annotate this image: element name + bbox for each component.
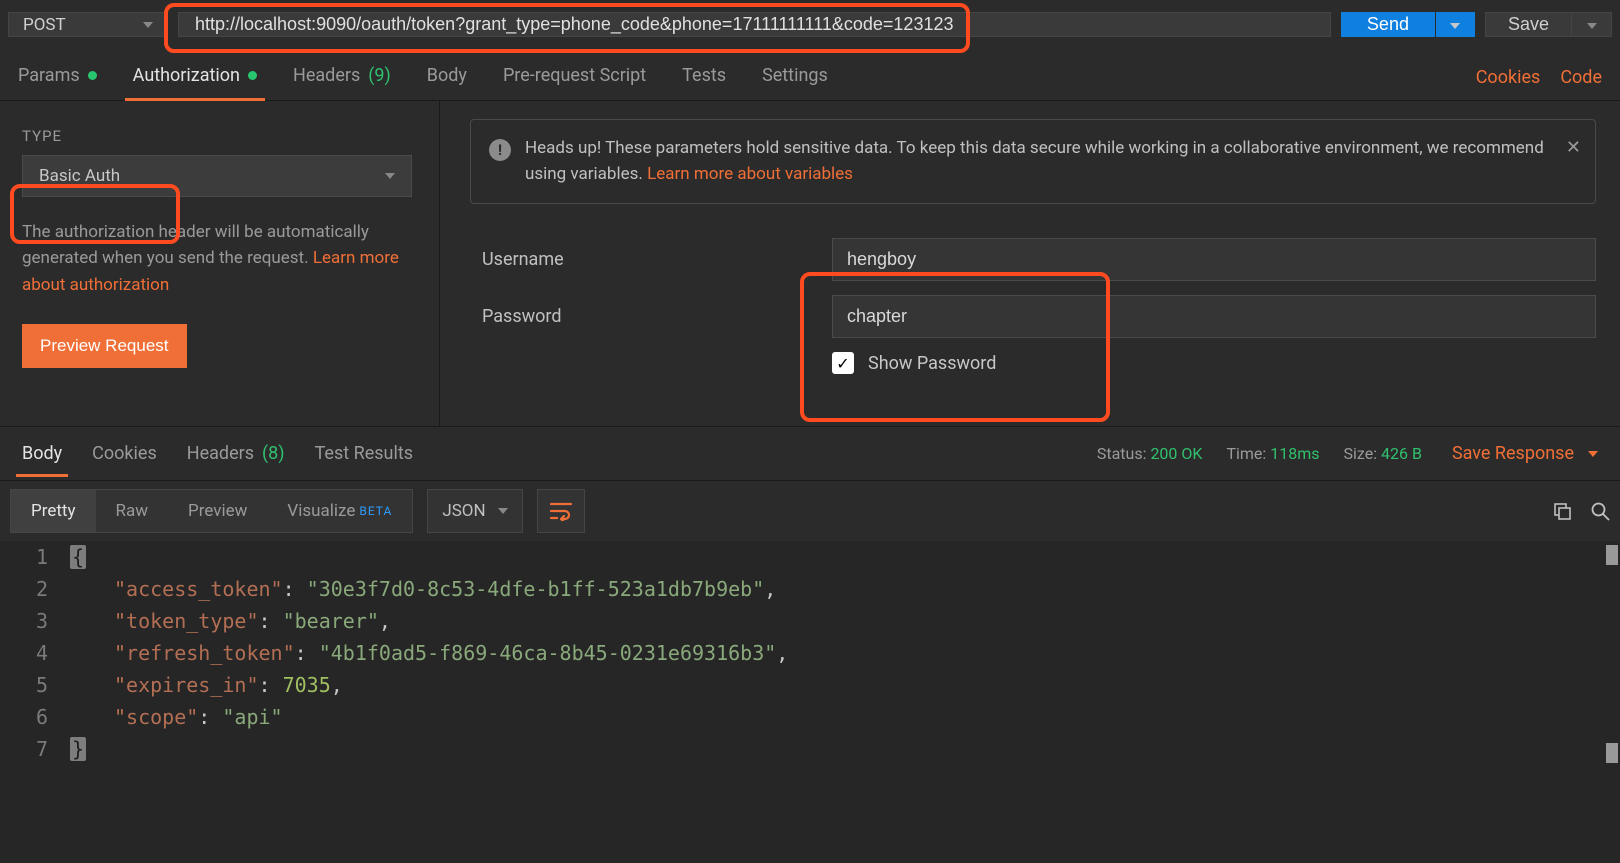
size-label: Size:	[1344, 444, 1378, 463]
tab-params[interactable]: Params	[18, 55, 97, 100]
auth-description: The authorization header will be automat…	[22, 219, 417, 298]
tab-authorization[interactable]: Authorization	[133, 55, 257, 100]
warning-icon: !	[489, 139, 511, 161]
code-line: 6"scope": "api"	[0, 701, 1620, 733]
sensitive-data-alert: ! Heads up! These parameters hold sensit…	[470, 119, 1596, 204]
response-tab-body[interactable]: Body	[22, 431, 62, 476]
status-value: 200 OK	[1150, 444, 1202, 463]
line-number: 3	[0, 605, 70, 637]
cookies-link[interactable]: Cookies	[1476, 67, 1541, 88]
view-mode-raw[interactable]: Raw	[96, 490, 169, 532]
chevron-down-icon	[1450, 23, 1460, 29]
line-number: 5	[0, 669, 70, 701]
scrollbar-thumb[interactable]	[1606, 545, 1618, 565]
auth-type-select[interactable]: Basic Auth	[22, 155, 412, 197]
http-method-select[interactable]: POST	[8, 12, 168, 37]
status-dot-icon	[88, 71, 97, 80]
format-value: JSON	[442, 501, 485, 521]
tab-label: Body	[22, 443, 62, 464]
tab-settings[interactable]: Settings	[762, 55, 828, 100]
response-tab-cookies[interactable]: Cookies	[92, 431, 157, 476]
tab-count: (9)	[368, 65, 391, 86]
response-format-select[interactable]: JSON	[427, 489, 522, 533]
view-mode-preview[interactable]: Preview	[168, 490, 267, 532]
tab-label: Authorization	[133, 65, 240, 86]
wrap-icon	[549, 501, 573, 521]
close-icon[interactable]: ✕	[1566, 134, 1581, 161]
code-line: 3"token_type": "bearer",	[0, 605, 1620, 637]
request-url-input[interactable]	[193, 13, 1316, 36]
tab-label: Body	[427, 65, 467, 86]
request-bar: POST Send Save	[0, 0, 1620, 45]
view-mode-visualize[interactable]: VisualizeBETA	[267, 490, 412, 532]
chevron-down-icon	[143, 22, 153, 28]
code-line: 7}	[0, 733, 1620, 765]
line-number: 2	[0, 573, 70, 605]
url-field-wrap[interactable]	[178, 12, 1331, 37]
scrollbar-thumb[interactable]	[1606, 743, 1618, 763]
send-dropdown-button[interactable]	[1435, 12, 1475, 37]
password-label: Password	[482, 306, 832, 327]
authorization-panel: TYPE Basic Auth The authorization header…	[0, 101, 1620, 427]
chevron-down-icon	[385, 173, 395, 179]
chevron-down-icon	[1587, 23, 1597, 29]
line-number: 7	[0, 733, 70, 765]
response-body-viewer[interactable]: 1{2"access_token": "30e3f7d0-8c53-4dfe-b…	[0, 541, 1620, 863]
status-label: Status:	[1097, 444, 1147, 463]
save-button[interactable]: Save	[1485, 12, 1572, 37]
wrap-lines-button[interactable]	[537, 489, 585, 533]
response-tab-testresults[interactable]: Test Results	[315, 431, 413, 476]
tab-label: Settings	[762, 65, 828, 86]
chevron-down-icon	[498, 508, 508, 514]
credentials-grid: Username Password ✓ Show Password	[470, 238, 1596, 374]
tab-label: Test Results	[315, 443, 413, 464]
tab-headers[interactable]: Headers (9)	[293, 55, 391, 100]
tab-prerequest[interactable]: Pre-request Script	[503, 55, 646, 100]
size-value: 426 B	[1381, 444, 1422, 463]
tab-label: Headers	[187, 443, 254, 464]
code-line: 2"access_token": "30e3f7d0-8c53-4dfe-b1f…	[0, 573, 1620, 605]
show-password-label: Show Password	[868, 353, 996, 374]
response-bar: Body Cookies Headers (8) Test Results St…	[0, 427, 1620, 481]
tab-label: Params	[18, 65, 80, 86]
send-button[interactable]: Send	[1341, 12, 1435, 37]
auth-type-heading: TYPE	[22, 127, 417, 145]
learn-more-variables-link[interactable]: Learn more about variables	[647, 164, 853, 184]
tab-count: (8)	[262, 443, 285, 464]
response-tab-headers[interactable]: Headers (8)	[187, 431, 285, 476]
tab-label: Tests	[682, 65, 726, 86]
request-tabs: Params Authorization Headers (9) Body Pr…	[0, 45, 1620, 101]
password-input[interactable]	[832, 295, 1596, 338]
beta-badge: BETA	[359, 504, 392, 518]
time-value: 118ms	[1270, 444, 1319, 463]
line-number: 4	[0, 637, 70, 669]
line-number: 1	[0, 541, 70, 573]
save-dropdown-button[interactable]	[1572, 12, 1612, 37]
username-input[interactable]	[832, 238, 1596, 281]
tab-tests[interactable]: Tests	[682, 55, 726, 100]
auth-type-value: Basic Auth	[39, 166, 120, 186]
show-password-checkbox[interactable]: ✓	[832, 352, 854, 374]
time-label: Time:	[1226, 444, 1266, 463]
copy-icon[interactable]	[1552, 501, 1572, 521]
save-response-button[interactable]: Save Response	[1452, 443, 1574, 464]
code-line: 4"refresh_token": "4b1f0ad5-f869-46ca-8b…	[0, 637, 1620, 669]
view-mode-segment: Pretty Raw Preview VisualizeBETA	[10, 489, 413, 533]
username-label: Username	[482, 249, 832, 270]
code-line: 1{	[0, 541, 1620, 573]
status-dot-icon	[248, 71, 257, 80]
response-viewer-toolbar: Pretty Raw Preview VisualizeBETA JSON	[0, 481, 1620, 541]
tab-label: Headers	[293, 65, 360, 86]
tab-body[interactable]: Body	[427, 55, 467, 100]
code-link[interactable]: Code	[1560, 67, 1602, 88]
preview-request-button[interactable]: Preview Request	[22, 324, 187, 368]
line-number: 6	[0, 701, 70, 733]
code-line: 5"expires_in": 7035,	[0, 669, 1620, 701]
http-method-value: POST	[23, 15, 66, 35]
tab-label: Cookies	[92, 443, 157, 464]
search-icon[interactable]	[1590, 501, 1610, 521]
chevron-down-icon	[1588, 451, 1598, 457]
view-mode-pretty[interactable]: Pretty	[11, 490, 96, 532]
tab-label: Pre-request Script	[503, 65, 646, 86]
